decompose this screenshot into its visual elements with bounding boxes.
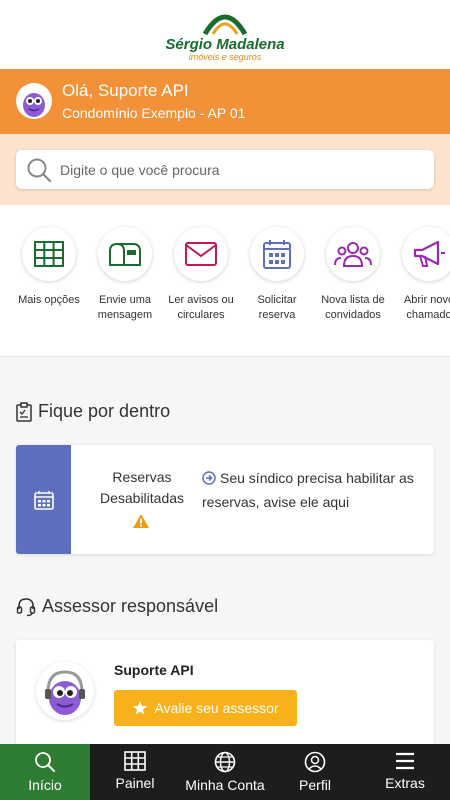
- nav-painel[interactable]: Painel: [90, 744, 180, 800]
- user-icon: [304, 751, 326, 773]
- shortcut-label: Envie uma mensagem: [97, 294, 153, 321]
- brand-logo: Sérgio Madalena imóveis e seguros: [165, 6, 285, 64]
- shortcut-label: Solicitar reserva: [257, 294, 297, 321]
- search-input[interactable]: [60, 150, 420, 189]
- shortcut-send-message[interactable]: Envie uma mensagem: [87, 227, 163, 323]
- shortcut-request-reservation[interactable]: Solicitar reserva: [239, 227, 315, 323]
- star-icon: [132, 700, 148, 716]
- envelope-icon: [185, 242, 217, 266]
- nav-label: Minha Conta: [185, 777, 265, 793]
- headset-icon: [16, 597, 36, 617]
- rate-assessor-button[interactable]: Avalie seu assessor: [114, 690, 297, 726]
- shortcut-more-options[interactable]: Mais opções: [11, 227, 87, 308]
- search-section: [0, 134, 450, 205]
- bottom-navigation: Início Painel Minha Conta Perfil Extras: [0, 744, 450, 800]
- assessor-name: Suporte API: [114, 662, 194, 678]
- reservation-message-text: Seu síndico precisa habilitar as reserva…: [202, 470, 414, 510]
- shortcut-label: Ler avisos ou circulares: [168, 294, 234, 321]
- clipboard-icon: [16, 401, 32, 422]
- news-title-text: Fique por dentro: [38, 401, 171, 421]
- shortcut-label: Abrir novo chamado: [403, 294, 450, 321]
- calendar-icon: [33, 490, 54, 510]
- shortcut-circle: [402, 227, 450, 281]
- reservation-card[interactable]: Reservas Desabilitadas Seu síndico preci…: [16, 445, 434, 554]
- shortcut-label: Nova lista de convidados: [321, 294, 385, 321]
- calendar-icon: [263, 240, 291, 269]
- assessor-title-text: Assessor responsável: [42, 596, 219, 616]
- shortcut-read-notices[interactable]: Ler avisos ou circulares: [163, 227, 239, 323]
- nav-label: Painel: [115, 775, 155, 791]
- arrow-circle-right-icon: [202, 469, 216, 491]
- reservation-message[interactable]: Seu síndico precisa habilitar as reserva…: [202, 467, 422, 513]
- news-section-title: Fique por dentro: [16, 401, 170, 422]
- brand-name: Sérgio Madalena: [165, 36, 285, 53]
- assessor-card: Suporte API Avalie seu assessor: [16, 640, 434, 760]
- assessor-section-title: Assessor responsável: [16, 596, 218, 617]
- header-logo-bar: Sérgio Madalena imóveis e seguros: [0, 0, 450, 69]
- assessor-avatar: [36, 662, 94, 720]
- shortcut-circle: [250, 227, 304, 281]
- nav-label: Extras: [385, 775, 425, 791]
- reservation-stripe: [16, 445, 71, 554]
- grid-icon: [124, 751, 146, 771]
- group-icon: [334, 242, 372, 267]
- shortcut-circle: [326, 227, 380, 281]
- menu-icon: [396, 752, 414, 770]
- shortcut-circle: [22, 227, 76, 281]
- shortcuts-carousel[interactable]: Mais opções Envie uma mensagem Ler aviso…: [0, 205, 450, 357]
- brand-tagline: imóveis e seguros: [188, 52, 262, 62]
- shortcut-circle: [98, 227, 152, 281]
- shortcut-label: Mais opções: [18, 294, 80, 306]
- grid-icon: [34, 241, 64, 267]
- megaphone-icon: [413, 240, 445, 267]
- nav-label: Perfil: [299, 777, 331, 793]
- globe-icon: [214, 751, 236, 773]
- reservation-status: Reservas Desabilitadas: [99, 469, 185, 506]
- nav-extras[interactable]: Extras: [360, 744, 450, 800]
- mailbox-icon: [109, 243, 141, 266]
- condo-name: Condomínio Exemplo - AP 01: [62, 105, 246, 121]
- shortcut-guest-list[interactable]: Nova lista de convidados: [315, 227, 391, 323]
- user-header: Olá, Suporte API Condomínio Exemplo - AP…: [0, 69, 450, 134]
- avatar[interactable]: [16, 83, 52, 119]
- search-box[interactable]: [16, 150, 434, 189]
- warning-icon: [132, 513, 150, 534]
- search-icon: [35, 752, 55, 772]
- shortcut-circle: [174, 227, 228, 281]
- rate-assessor-label: Avalie seu assessor: [154, 700, 279, 716]
- nav-minha-conta[interactable]: Minha Conta: [180, 744, 270, 800]
- user-greeting: Olá, Suporte API: [62, 81, 189, 100]
- arch-icon: [202, 14, 248, 36]
- nav-label: Início: [28, 777, 62, 793]
- nav-perfil[interactable]: Perfil: [270, 744, 360, 800]
- search-icon: [26, 157, 52, 188]
- nav-inicio[interactable]: Início: [0, 744, 90, 800]
- shortcut-open-ticket[interactable]: Abrir novo chamado: [391, 227, 450, 323]
